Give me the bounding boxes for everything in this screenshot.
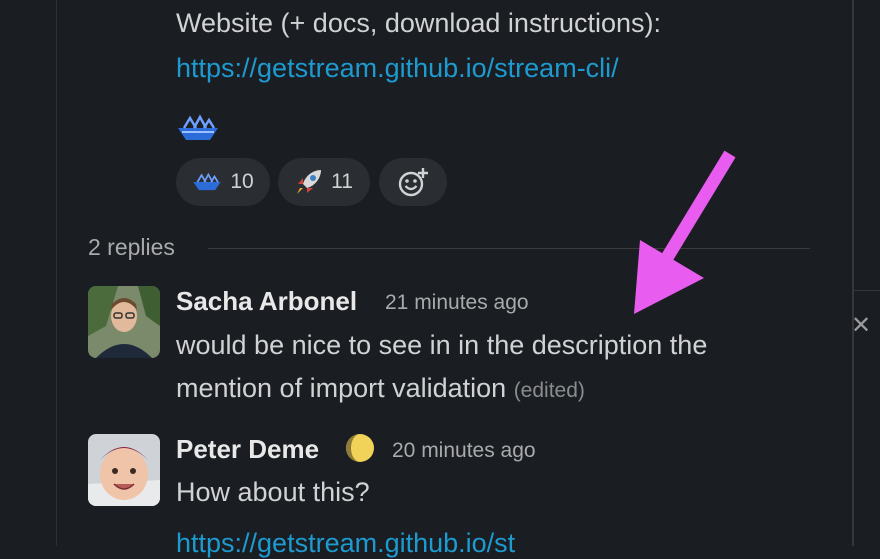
reply-author[interactable]: Peter Deme xyxy=(176,434,319,465)
stream-cli-link[interactable]: https://getstream.github.io/st xyxy=(176,528,515,558)
add-reaction-button[interactable] xyxy=(379,158,447,206)
replies-count: 2 replies xyxy=(88,234,175,260)
message-link[interactable]: https://getstream.github.io/stream-cli/ xyxy=(176,53,619,84)
rocket-emoji-icon xyxy=(297,170,322,194)
right-pane xyxy=(852,0,880,546)
reply-text: How about this? xyxy=(176,477,370,507)
reply-timestamp[interactable]: 21 minutes ago xyxy=(385,291,529,315)
reply-text-line2: mention of import validation (edited) xyxy=(176,373,585,404)
pane-divider xyxy=(854,290,880,291)
stream-cli-link[interactable]: https://getstream.github.io/stream-cli/ xyxy=(176,53,619,83)
add-reaction-icon xyxy=(398,168,428,197)
reply-text-line1: would be nice to see in in the descripti… xyxy=(176,330,708,360)
edited-label: (edited) xyxy=(513,379,585,402)
close-icon[interactable]: ✕ xyxy=(850,312,872,340)
ship-emoji-icon xyxy=(193,172,221,191)
message-text-line: Website (+ docs, download instructions): xyxy=(176,8,661,38)
reply-author[interactable]: Sacha Arbonel xyxy=(176,286,357,317)
reaction-count: 11 xyxy=(331,170,353,193)
reply-timestamp[interactable]: 20 minutes ago xyxy=(392,439,536,463)
avatar[interactable] xyxy=(88,434,160,506)
reply-link[interactable]: https://getstream.github.io/st xyxy=(176,528,515,559)
reaction-count: 10 xyxy=(230,170,254,193)
avatar[interactable] xyxy=(88,286,160,358)
reaction-ship[interactable]: 10 xyxy=(176,158,270,206)
reaction-rocket[interactable]: 11 xyxy=(278,158,370,206)
ship-emoji-icon xyxy=(178,114,218,140)
annotation-arrow xyxy=(634,150,736,314)
moon-status-icon xyxy=(346,434,374,462)
reply-text: mention of import validation xyxy=(176,373,507,403)
left-pane xyxy=(0,0,57,546)
